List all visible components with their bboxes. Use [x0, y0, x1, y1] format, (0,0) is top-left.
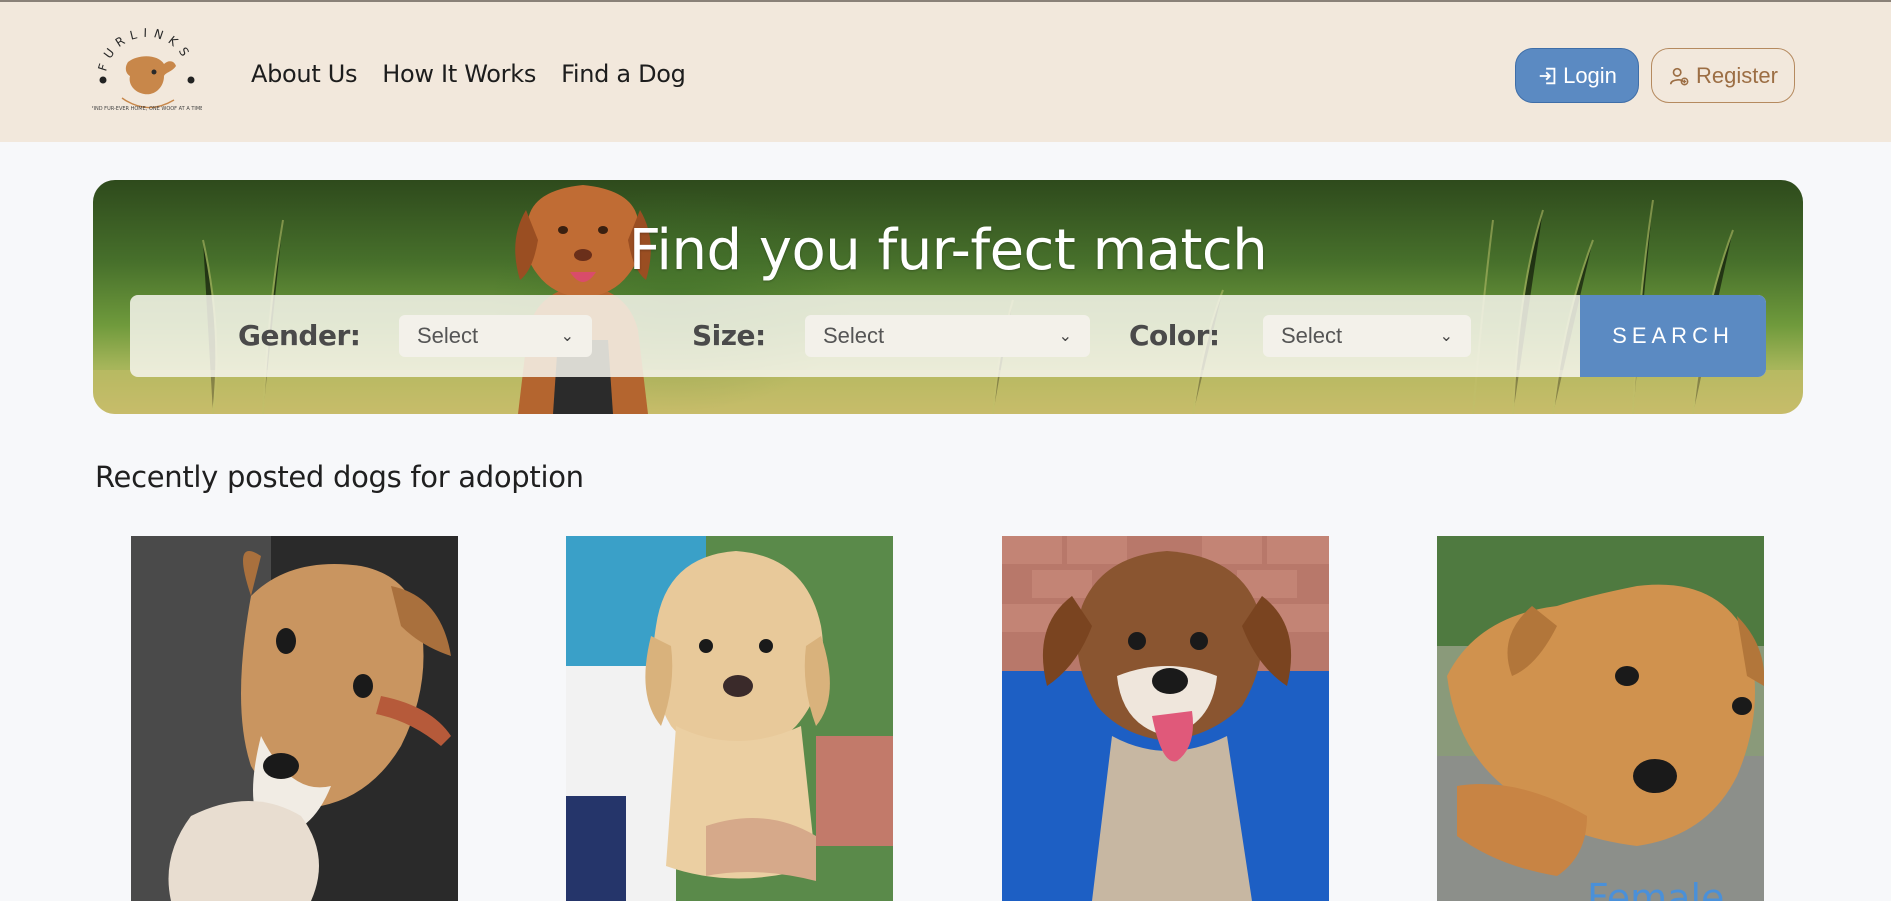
nav-find-a-dog[interactable]: Find a Dog [561, 60, 686, 88]
gender-filter-label: Gender: [238, 319, 361, 352]
gender-select[interactable]: Select ⌄ [399, 315, 592, 357]
search-button[interactable]: SEARCH [1580, 295, 1766, 377]
login-button[interactable]: Login [1515, 48, 1639, 103]
color-select[interactable]: Select ⌄ [1263, 315, 1471, 357]
recent-dogs-title: Recently posted dogs for adoption [95, 460, 584, 494]
hero-title: Find you fur-fect match [628, 218, 1268, 283]
chevron-down-icon: ⌄ [560, 328, 574, 345]
main-nav: About Us How It Works Find a Dog [251, 60, 686, 88]
dog-photo [1437, 536, 1764, 901]
size-select[interactable]: Select ⌄ [805, 315, 1090, 357]
color-filter-label: Color: [1129, 319, 1220, 352]
dog-photo [566, 536, 893, 901]
dog-photo [131, 536, 458, 901]
dog-gender-label: Female [1587, 876, 1725, 901]
logo-tagline: FIND FUR-EVER HOME, ONE WOOF AT A TIME [92, 106, 202, 112]
user-add-icon [1669, 67, 1689, 85]
dog-card[interactable] [566, 536, 893, 901]
logo-icon: FURLINKS FIND FUR-EVER HOME, ONE WOOF AT… [91, 26, 204, 112]
register-label: Register [1696, 62, 1778, 88]
nav-how-it-works[interactable]: How It Works [382, 60, 536, 88]
dog-card[interactable] [131, 536, 458, 901]
brand-logo[interactable]: FURLINKS FIND FUR-EVER HOME, ONE WOOF AT… [91, 20, 204, 130]
nav-about-us[interactable]: About Us [251, 60, 358, 88]
size-select-value: Select [823, 323, 885, 348]
dog-photo [1002, 536, 1329, 901]
chevron-down-icon: ⌄ [1439, 328, 1453, 345]
size-filter-label: Size: [692, 319, 766, 352]
chevron-down-icon: ⌄ [1058, 328, 1072, 345]
register-button[interactable]: Register [1651, 48, 1795, 103]
site-header: FURLINKS FIND FUR-EVER HOME, ONE WOOF AT… [0, 2, 1891, 142]
gender-select-value: Select [417, 323, 479, 348]
login-label: Login [1563, 62, 1617, 88]
login-arrow-icon [1539, 67, 1556, 84]
search-filter-bar: Gender: Select ⌄ Size: Select ⌄ Color: S… [130, 295, 1766, 377]
dog-card[interactable]: Female [1437, 536, 1764, 901]
color-select-value: Select [1281, 323, 1343, 348]
hero-banner: Find you fur-fect match Gender: Select ⌄… [93, 180, 1803, 414]
dog-card[interactable] [1002, 536, 1329, 901]
